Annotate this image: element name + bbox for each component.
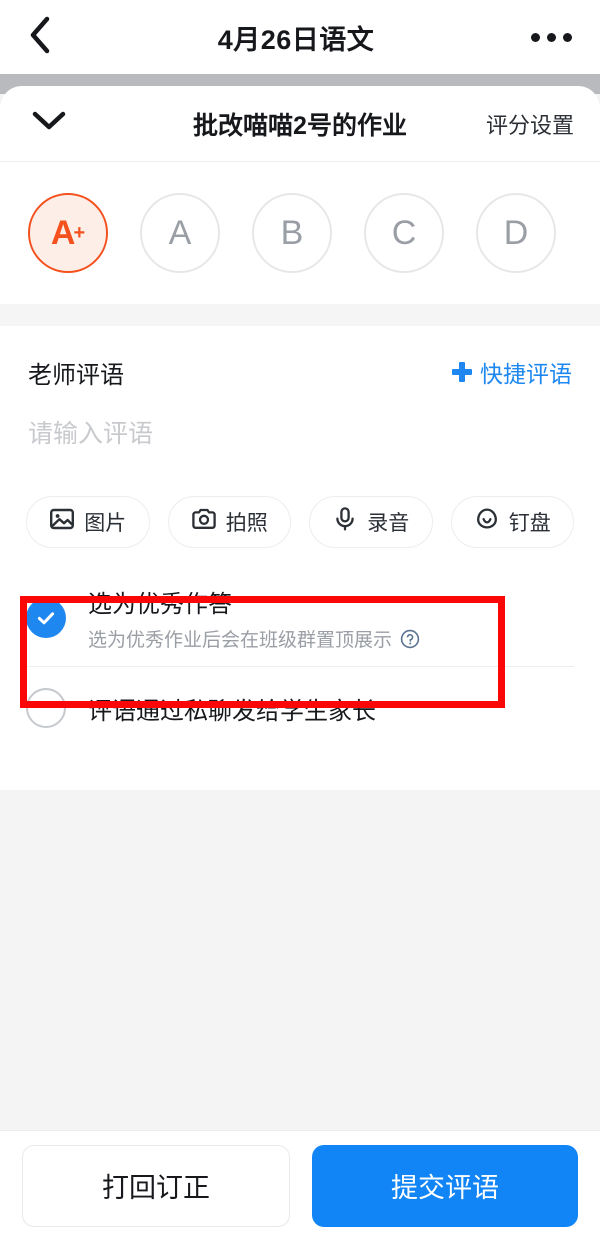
attach-camera-label: 拍照: [225, 512, 268, 535]
chevron-left-icon: [28, 15, 52, 60]
option-mark-excellent[interactable]: 选为优秀作答 选为优秀作业后会在班级群置顶展示: [0, 570, 600, 666]
attach-image-label: 图片: [84, 512, 127, 535]
back-button[interactable]: [28, 15, 72, 59]
checkbox-checked-icon[interactable]: [26, 598, 66, 638]
grade-option-a-plus[interactable]: A +: [28, 193, 108, 273]
camera-icon: [191, 506, 217, 538]
collapse-sheet-button[interactable]: [26, 101, 72, 147]
sheet-header: 批改喵喵2号的作业 评分设置: [0, 86, 600, 162]
attach-audio-button[interactable]: 录音: [309, 496, 433, 548]
more-dots-icon: [531, 32, 572, 42]
option-title: 选为优秀作答: [88, 591, 232, 618]
grade-option-c[interactable]: C: [364, 193, 444, 273]
attach-audio-label: 录音: [367, 512, 410, 535]
comment-header: 老师评语 快捷评语: [28, 352, 572, 392]
grading-sheet: 批改喵喵2号的作业 评分设置 A + A B C D 老师评语 快捷评语 请输入评…: [0, 86, 600, 790]
option-subtitle-row: 选为优秀作业后会在班级群置顶展示: [88, 625, 420, 652]
navigation-bar: 4月26日语文: [0, 0, 600, 74]
checkbox-unchecked-icon[interactable]: [26, 688, 66, 728]
options-list: 选为优秀作答 选为优秀作业后会在班级群置顶展示 评语通过私聊发给学生家长: [0, 570, 600, 749]
footer-action-bar: 打回订正 提交评语: [0, 1130, 600, 1240]
grade-selector: A + A B C D: [0, 162, 600, 304]
submit-comment-button[interactable]: 提交评语: [312, 1144, 578, 1227]
comment-input[interactable]: 请输入评语: [28, 414, 572, 494]
app-screen: 4月26日语文 批改喵喵2号的作业 评分设置 A + A B C D 老师评语 …: [0, 0, 600, 1240]
option-subtitle: 选为优秀作业后会在班级群置顶展示: [88, 630, 393, 651]
quick-comment-button[interactable]: 快捷评语: [452, 355, 572, 389]
option-title: 评语通过私聊发给学生家长: [88, 697, 376, 725]
attach-camera-button[interactable]: 拍照: [167, 496, 291, 548]
attach-dingdisk-button[interactable]: 钉盘: [450, 496, 574, 548]
comment-section-label: 老师评语: [28, 361, 124, 389]
dingdisk-icon: [474, 506, 500, 538]
image-icon: [49, 506, 75, 538]
section-divider: [0, 304, 600, 326]
teacher-comment-section: 老师评语 快捷评语 请输入评语: [0, 326, 600, 494]
option-text-group: 评语通过私聊发给学生家长: [88, 691, 376, 726]
scoring-settings-link[interactable]: 评分设置: [486, 108, 574, 140]
grade-option-d[interactable]: D: [476, 193, 556, 273]
option-send-to-parents[interactable]: 评语通过私聊发给学生家长: [0, 667, 600, 749]
chevron-down-icon: [32, 110, 66, 137]
return-for-correction-button[interactable]: 打回订正: [22, 1144, 290, 1227]
attach-dingdisk-label: 钉盘: [508, 512, 551, 535]
grade-option-a[interactable]: A: [140, 193, 220, 273]
option-text-group: 选为优秀作答 选为优秀作业后会在班级群置顶展示: [88, 584, 420, 652]
page-title: 4月26日语文: [217, 24, 375, 55]
plus-icon: [452, 362, 472, 382]
more-options-button[interactable]: [520, 15, 572, 59]
attachment-toolbar: 图片 拍照 录音 钉盘: [0, 496, 600, 548]
question-mark-icon[interactable]: [400, 629, 420, 649]
grade-option-b[interactable]: B: [252, 193, 332, 273]
attach-image-button[interactable]: 图片: [26, 496, 150, 548]
microphone-icon: [332, 506, 358, 538]
grade-label: A: [50, 213, 76, 252]
quick-comment-label: 快捷评语: [480, 361, 572, 387]
grade-superscript: +: [73, 222, 86, 244]
